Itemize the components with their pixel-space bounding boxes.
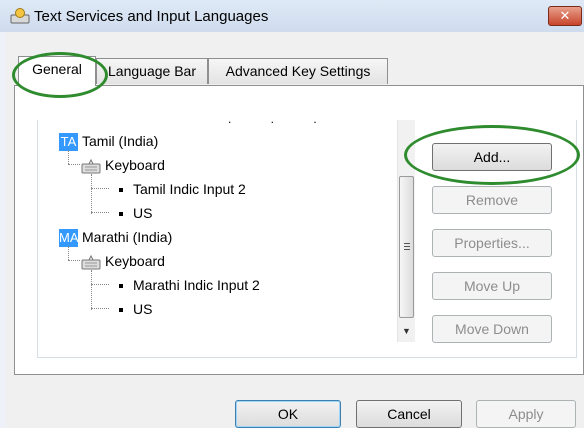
- language-badge: TA: [59, 133, 78, 152]
- properties-button[interactable]: Properties...: [432, 229, 552, 257]
- apply-button[interactable]: Apply: [476, 400, 576, 428]
- list-item-service[interactable]: Marathi Indic Input 2: [119, 274, 260, 296]
- ok-button[interactable]: OK: [235, 400, 341, 428]
- category-label: Keyboard: [105, 157, 165, 173]
- window-title: Text Services and Input Languages: [34, 8, 269, 25]
- keyboard-globe-icon: [10, 8, 30, 24]
- grip-line: [404, 243, 410, 244]
- move-down-button[interactable]: Move Down: [432, 315, 552, 343]
- scrolled-text-remnant: . . .: [228, 112, 335, 126]
- highlight-circle-general-tab: [12, 52, 108, 98]
- grip-line: [404, 246, 410, 247]
- highlight-circle-add-button: [404, 125, 580, 185]
- keyboard-icon: [81, 255, 101, 270]
- language-badge: MA: [59, 229, 79, 248]
- list-item-service[interactable]: US: [119, 202, 152, 224]
- service-label: US: [133, 205, 153, 221]
- title-bar: Text Services and Input Languages ✕: [0, 0, 584, 32]
- tree-line: [68, 260, 80, 261]
- tree-line: [91, 188, 109, 189]
- list-item-service[interactable]: US: [119, 298, 152, 320]
- bullet-icon: [119, 212, 123, 217]
- close-button[interactable]: ✕: [548, 6, 582, 26]
- list-item-category[interactable]: Keyboard: [81, 250, 165, 272]
- bullet-icon: [119, 188, 123, 193]
- cancel-button[interactable]: Cancel: [356, 400, 462, 428]
- bullet-icon: [119, 284, 123, 289]
- service-label: US: [133, 301, 153, 317]
- list-item-category[interactable]: Keyboard: [81, 154, 165, 176]
- scroll-down-arrow-icon[interactable]: ▼: [402, 326, 411, 336]
- tab-advanced-key-settings[interactable]: Advanced Key Settings: [208, 58, 388, 84]
- tree-line: [91, 174, 92, 214]
- tree-line: [91, 284, 109, 285]
- tree-line: [68, 164, 80, 165]
- tree-line: [91, 308, 109, 309]
- remove-button[interactable]: Remove: [432, 186, 552, 214]
- tree-line: [91, 212, 109, 213]
- category-label: Keyboard: [105, 253, 165, 269]
- installed-services-list[interactable]: TA Tamil (India) Keyboard Tamil Indic Inp…: [47, 120, 415, 342]
- tree-line: [68, 246, 69, 260]
- move-up-button[interactable]: Move Up: [432, 272, 552, 300]
- bullet-icon: [119, 308, 123, 313]
- tree-line: [91, 270, 92, 310]
- language-name: Marathi (India): [82, 229, 173, 245]
- list-item-service[interactable]: Tamil Indic Input 2: [119, 178, 246, 200]
- keyboard-icon: [81, 159, 101, 174]
- language-name: Tamil (India): [82, 133, 159, 149]
- tab-language-bar[interactable]: Language Bar: [96, 58, 208, 84]
- grip-line: [404, 249, 410, 250]
- tree-line: [68, 150, 69, 164]
- service-label: Tamil Indic Input 2: [133, 181, 246, 197]
- list-item-language[interactable]: MA Marathi (India): [59, 226, 172, 248]
- list-item-language[interactable]: TA Tamil (India): [59, 130, 158, 152]
- scrollbar-thumb[interactable]: [399, 176, 414, 318]
- service-label: Marathi Indic Input 2: [133, 277, 260, 293]
